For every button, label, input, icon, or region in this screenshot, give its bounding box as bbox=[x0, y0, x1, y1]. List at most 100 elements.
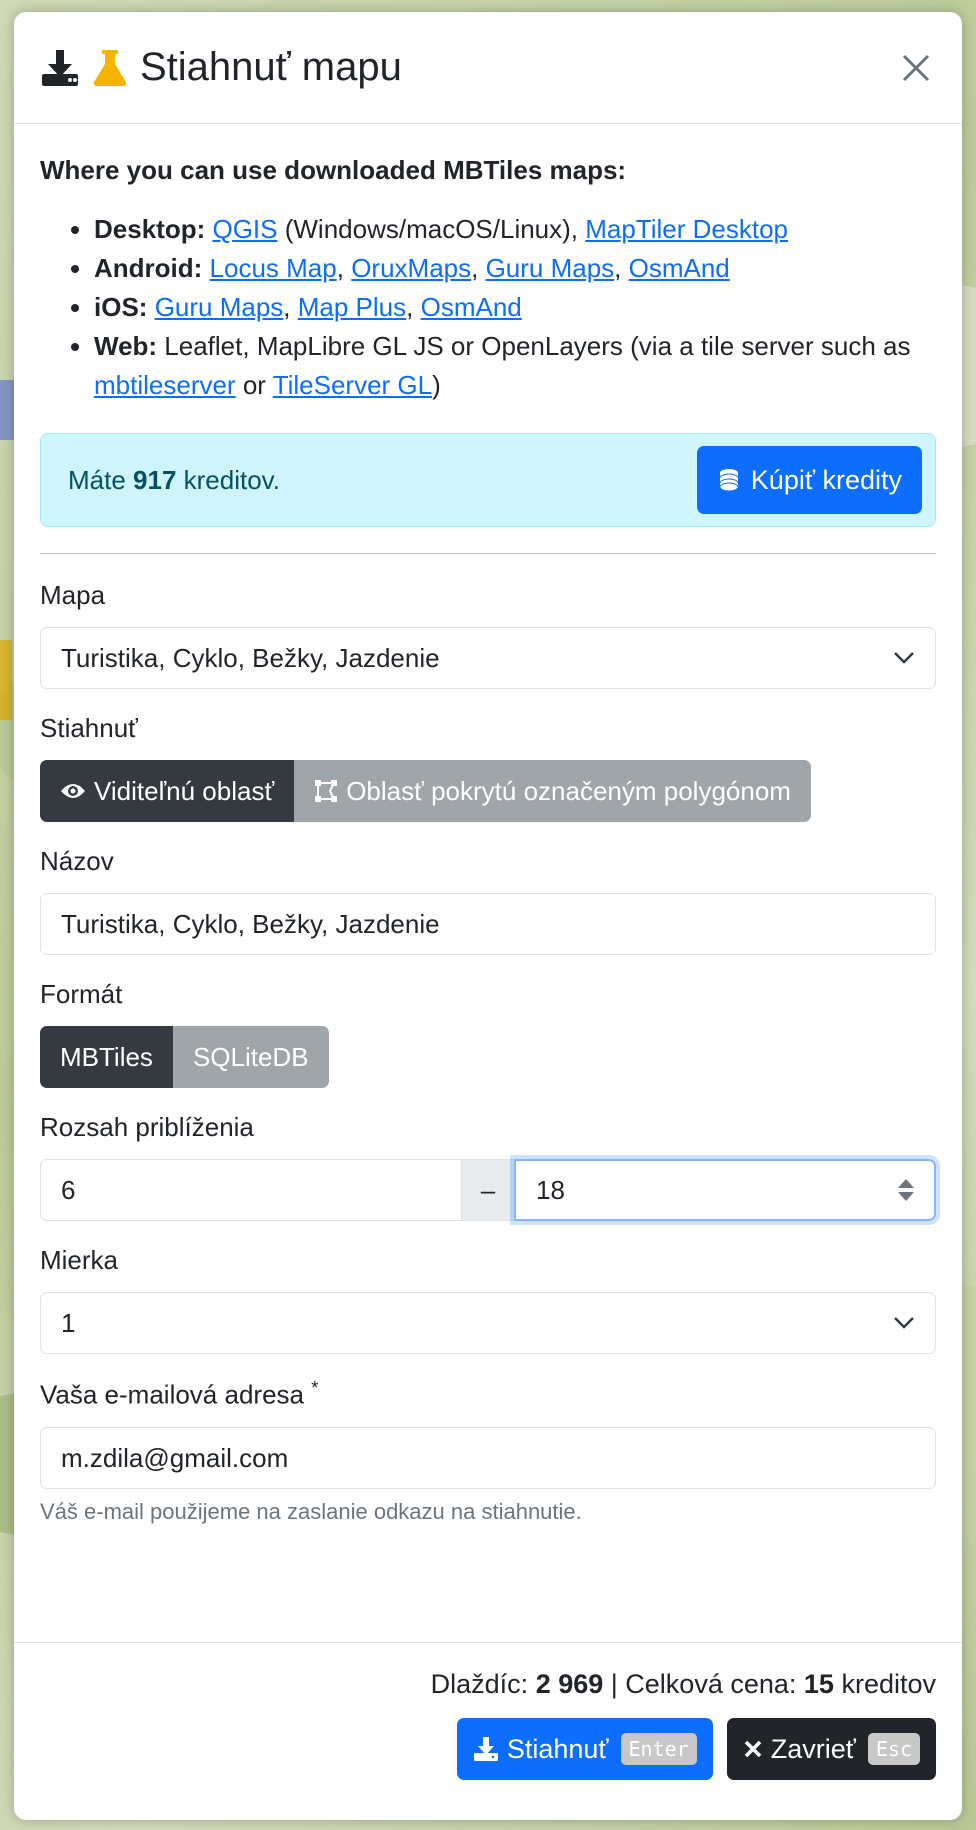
list-item: Desktop: QGIS (Windows/macOS/Linux), Map… bbox=[94, 210, 936, 249]
list-item-label: Android: bbox=[94, 253, 203, 284]
usage-list: Desktop: QGIS (Windows/macOS/Linux), Map… bbox=[40, 210, 936, 405]
close-dialog-button[interactable]: Zavrieť Esc bbox=[726, 1718, 936, 1780]
download-icon bbox=[473, 1737, 498, 1761]
list-item-label: Desktop: bbox=[94, 214, 206, 245]
download-area-toggle: Viditeľnú oblasť Oblasť pokrytú označený… bbox=[40, 760, 811, 823]
chevron-down-icon bbox=[894, 652, 914, 665]
close-button[interactable] bbox=[896, 48, 936, 88]
name-field-group: Názov Turistika, Cyklo, Bežky, Jazdenie bbox=[40, 846, 936, 956]
link-qgis[interactable]: QGIS bbox=[212, 214, 277, 244]
stepper-down-icon[interactable] bbox=[898, 1192, 914, 1202]
zoom-max-input[interactable]: 18 bbox=[514, 1159, 936, 1222]
credits-text: Máte 917 kreditov. bbox=[68, 464, 280, 495]
link-osmand[interactable]: OsmAnd bbox=[629, 253, 730, 283]
modal-header: Stiahnuť mapu bbox=[14, 12, 962, 124]
map-select[interactable]: Turistika, Cyklo, Bežky, Jazdenie bbox=[40, 627, 936, 690]
scale-field-group: Mierka 1 bbox=[40, 1245, 936, 1355]
zoom-range-inputs: 6 – 18 bbox=[40, 1159, 936, 1222]
download-button-label: Stiahnuť bbox=[506, 1733, 609, 1764]
enter-kbd: Enter bbox=[620, 1733, 697, 1765]
format-toggle: MBTiles SQLiteDB bbox=[40, 1026, 329, 1089]
list-item-text: (Windows/macOS/Linux), bbox=[277, 214, 586, 245]
polygon-area-button[interactable]: Oblasť pokrytú označeným polygónom bbox=[294, 760, 811, 823]
download-summary: Dlaždíc: 2 969 | Celková cena: 15 kredit… bbox=[430, 1669, 936, 1699]
footer-buttons: Stiahnuť Enter Zavrieť Esc bbox=[40, 1718, 936, 1780]
credits-alert: Máte 917 kreditov. Kúpiť kredity bbox=[40, 433, 936, 528]
email-field-value: m.zdila@gmail.com bbox=[61, 1442, 289, 1473]
intro-heading: Where you can use downloaded MBTiles map… bbox=[40, 155, 627, 185]
list-item: Android: Locus Map, OruxMaps, Guru Maps,… bbox=[94, 249, 936, 288]
email-field[interactable]: m.zdila@gmail.com bbox=[40, 1427, 936, 1490]
link-oruxmaps[interactable]: OruxMaps bbox=[351, 253, 471, 283]
close-icon bbox=[744, 1740, 761, 1758]
format-label: Formát bbox=[40, 979, 123, 1010]
name-label: Názov bbox=[40, 846, 114, 877]
modal-body: Where you can use downloaded MBTiles map… bbox=[14, 124, 962, 1664]
link-guru-maps-ios[interactable]: Guru Maps bbox=[155, 292, 284, 322]
visible-area-label: Viditeľnú oblasť bbox=[94, 775, 275, 806]
buy-credits-label: Kúpiť kredity bbox=[750, 464, 902, 495]
zoom-range-label: Rozsah priblíženia bbox=[40, 1112, 254, 1143]
esc-kbd: Esc bbox=[867, 1733, 920, 1765]
format-sqlitedb-label: SQLiteDB bbox=[192, 1041, 309, 1072]
page-title: Stiahnuť mapu bbox=[140, 45, 402, 89]
list-item-text: ) bbox=[432, 370, 441, 401]
credits-amount: 917 bbox=[133, 464, 177, 495]
download-area-group: Stiahnuť Viditeľnú oblasť Oblasť pokrytú… bbox=[40, 713, 936, 823]
tiles-count: 2 969 bbox=[535, 1669, 604, 1699]
link-map-plus[interactable]: Map Plus bbox=[298, 292, 406, 322]
list-item-label: iOS: bbox=[94, 292, 148, 323]
buy-credits-button[interactable]: Kúpiť kredity bbox=[696, 446, 922, 515]
polygon-area-label: Oblasť pokrytú označeným polygónom bbox=[346, 775, 791, 806]
scale-select[interactable]: 1 bbox=[40, 1292, 936, 1355]
email-help-text: Váš e-mail použijeme na zaslanie odkazu … bbox=[40, 1499, 582, 1525]
scale-label: Mierka bbox=[40, 1245, 119, 1276]
zoom-range-group: Rozsah priblíženia 6 – 18 bbox=[40, 1112, 936, 1222]
flask-icon bbox=[90, 48, 130, 88]
map-field-group: Mapa Turistika, Cyklo, Bežky, Jazdenie bbox=[40, 580, 936, 690]
number-stepper[interactable] bbox=[898, 1179, 914, 1202]
list-item-text: or bbox=[235, 370, 273, 401]
stepper-up-icon[interactable] bbox=[898, 1179, 914, 1189]
modal-title: Stiahnuť mapu bbox=[40, 45, 896, 90]
chevron-down-icon bbox=[894, 1317, 914, 1330]
email-field-group: Vaša e-mailová adresa * m.zdila@gmail.co… bbox=[40, 1378, 936, 1525]
zoom-min-value: 6 bbox=[61, 1174, 76, 1205]
link-guru-maps[interactable]: Guru Maps bbox=[486, 253, 615, 283]
download-map-modal: Stiahnuť mapu Where you can use download… bbox=[14, 12, 962, 1820]
polygon-icon bbox=[315, 780, 338, 803]
list-item: iOS: Guru Maps, Map Plus, OsmAnd bbox=[94, 288, 936, 327]
download-icon bbox=[40, 48, 80, 88]
eye-icon bbox=[61, 784, 85, 799]
close-icon bbox=[902, 54, 930, 81]
visible-area-button[interactable]: Viditeľnú oblasť bbox=[40, 760, 295, 823]
download-button[interactable]: Stiahnuť Enter bbox=[456, 1718, 713, 1780]
zoom-range-separator: – bbox=[462, 1159, 514, 1222]
name-input-value: Turistika, Cyklo, Bežky, Jazdenie bbox=[61, 908, 440, 939]
required-marker: * bbox=[311, 1378, 319, 1399]
download-area-label: Stiahnuť bbox=[40, 713, 138, 744]
zoom-min-input[interactable]: 6 bbox=[40, 1159, 462, 1222]
format-field-group: Formát MBTiles SQLiteDB bbox=[40, 979, 936, 1089]
link-mbtileserver[interactable]: mbtileserver bbox=[94, 370, 236, 400]
link-tileserver-gl[interactable]: TileServer GL bbox=[273, 370, 432, 400]
format-mbtiles-label: MBTiles bbox=[60, 1041, 153, 1072]
divider bbox=[40, 553, 936, 555]
link-osmand-ios[interactable]: OsmAnd bbox=[421, 292, 522, 322]
scale-select-value: 1 bbox=[61, 1307, 76, 1338]
modal-footer: Dlaždíc: 2 969 | Celková cena: 15 kredit… bbox=[14, 1642, 962, 1820]
format-mbtiles-button[interactable]: MBTiles bbox=[40, 1026, 173, 1089]
zoom-max-value: 18 bbox=[536, 1174, 565, 1205]
total-price: 15 bbox=[803, 1669, 834, 1699]
map-label: Mapa bbox=[40, 580, 106, 611]
link-locus-map[interactable]: Locus Map bbox=[210, 253, 337, 283]
list-item-label: Web: bbox=[94, 331, 158, 362]
list-item: Web: Leaflet, MapLibre GL JS or OpenLaye… bbox=[94, 327, 936, 405]
format-sqlitedb-button[interactable]: SQLiteDB bbox=[172, 1026, 329, 1089]
list-item-text: Leaflet, MapLibre GL JS or OpenLayers (v… bbox=[157, 331, 911, 362]
email-label: Vaša e-mailová adresa * bbox=[40, 1378, 319, 1411]
map-select-value: Turistika, Cyklo, Bežky, Jazdenie bbox=[61, 642, 440, 673]
name-input[interactable]: Turistika, Cyklo, Bežky, Jazdenie bbox=[40, 893, 936, 956]
close-dialog-label: Zavrieť bbox=[770, 1733, 856, 1764]
link-maptiler-desktop[interactable]: MapTiler Desktop bbox=[585, 214, 788, 244]
